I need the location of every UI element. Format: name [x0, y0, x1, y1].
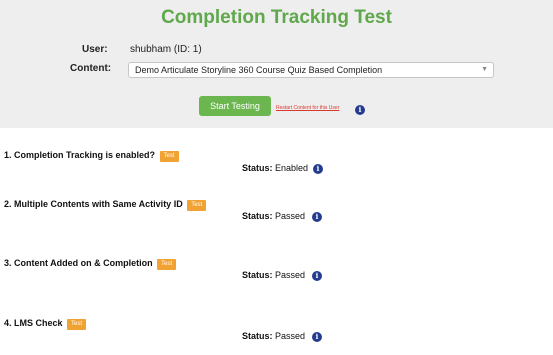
- restart-content-link[interactable]: Restart Content for this User: [276, 105, 339, 111]
- status-label: Status:: [242, 331, 273, 341]
- test-button[interactable]: Test: [159, 151, 179, 162]
- test-item-4-label: 4. LMS Check: [4, 318, 63, 328]
- content-select-value: Demo Articulate Storyline 360 Course Qui…: [135, 65, 383, 75]
- status-value: Passed: [275, 270, 306, 280]
- content-select[interactable]: Demo Articulate Storyline 360 Course Qui…: [128, 62, 494, 78]
- test-button[interactable]: Test: [157, 259, 177, 270]
- test-button[interactable]: Test: [67, 319, 87, 330]
- test-item-1-status: Status: Enabled: [242, 163, 308, 173]
- test-button[interactable]: Test: [187, 200, 207, 211]
- test-item-2-title: 2. Multiple Contents with Same Activity …: [4, 199, 207, 211]
- user-value: shubham (ID: 1): [130, 44, 202, 55]
- start-testing-button[interactable]: Start Testing: [199, 96, 271, 116]
- content-label: Content:: [70, 63, 112, 74]
- user-label: User:: [82, 44, 108, 55]
- info-icon[interactable]: i: [355, 105, 365, 115]
- info-icon[interactable]: i: [312, 212, 322, 222]
- test-setup-panel: Completion Tracking Test User: shubham (…: [0, 0, 553, 128]
- test-item-1-title: 1. Completion Tracking is enabled? Test: [4, 150, 179, 162]
- test-item-3-status: Status: Passed: [242, 270, 305, 280]
- test-item-3-title: 3. Content Added on & Completion Test: [4, 258, 177, 270]
- status-label: Status:: [242, 163, 273, 173]
- status-value: Passed: [275, 211, 306, 221]
- test-item-4-title: 4. LMS Check Test: [4, 318, 87, 330]
- test-item-2-label: 2. Multiple Contents with Same Activity …: [4, 199, 183, 209]
- test-item-2-status: Status: Passed: [242, 211, 305, 221]
- status-label: Status:: [242, 211, 273, 221]
- status-label: Status:: [242, 270, 273, 280]
- info-icon[interactable]: i: [312, 332, 322, 342]
- test-item-3-label: 3. Content Added on & Completion: [4, 258, 153, 268]
- chevron-down-icon: ▼: [481, 66, 488, 73]
- status-value: Enabled: [275, 163, 309, 173]
- status-value: Passed: [275, 331, 306, 341]
- test-item-4-status: Status: Passed: [242, 331, 305, 341]
- info-icon[interactable]: i: [312, 271, 322, 281]
- test-item-1-label: 1. Completion Tracking is enabled?: [4, 150, 156, 160]
- info-icon[interactable]: i: [313, 164, 323, 174]
- page-title: Completion Tracking Test: [161, 7, 392, 28]
